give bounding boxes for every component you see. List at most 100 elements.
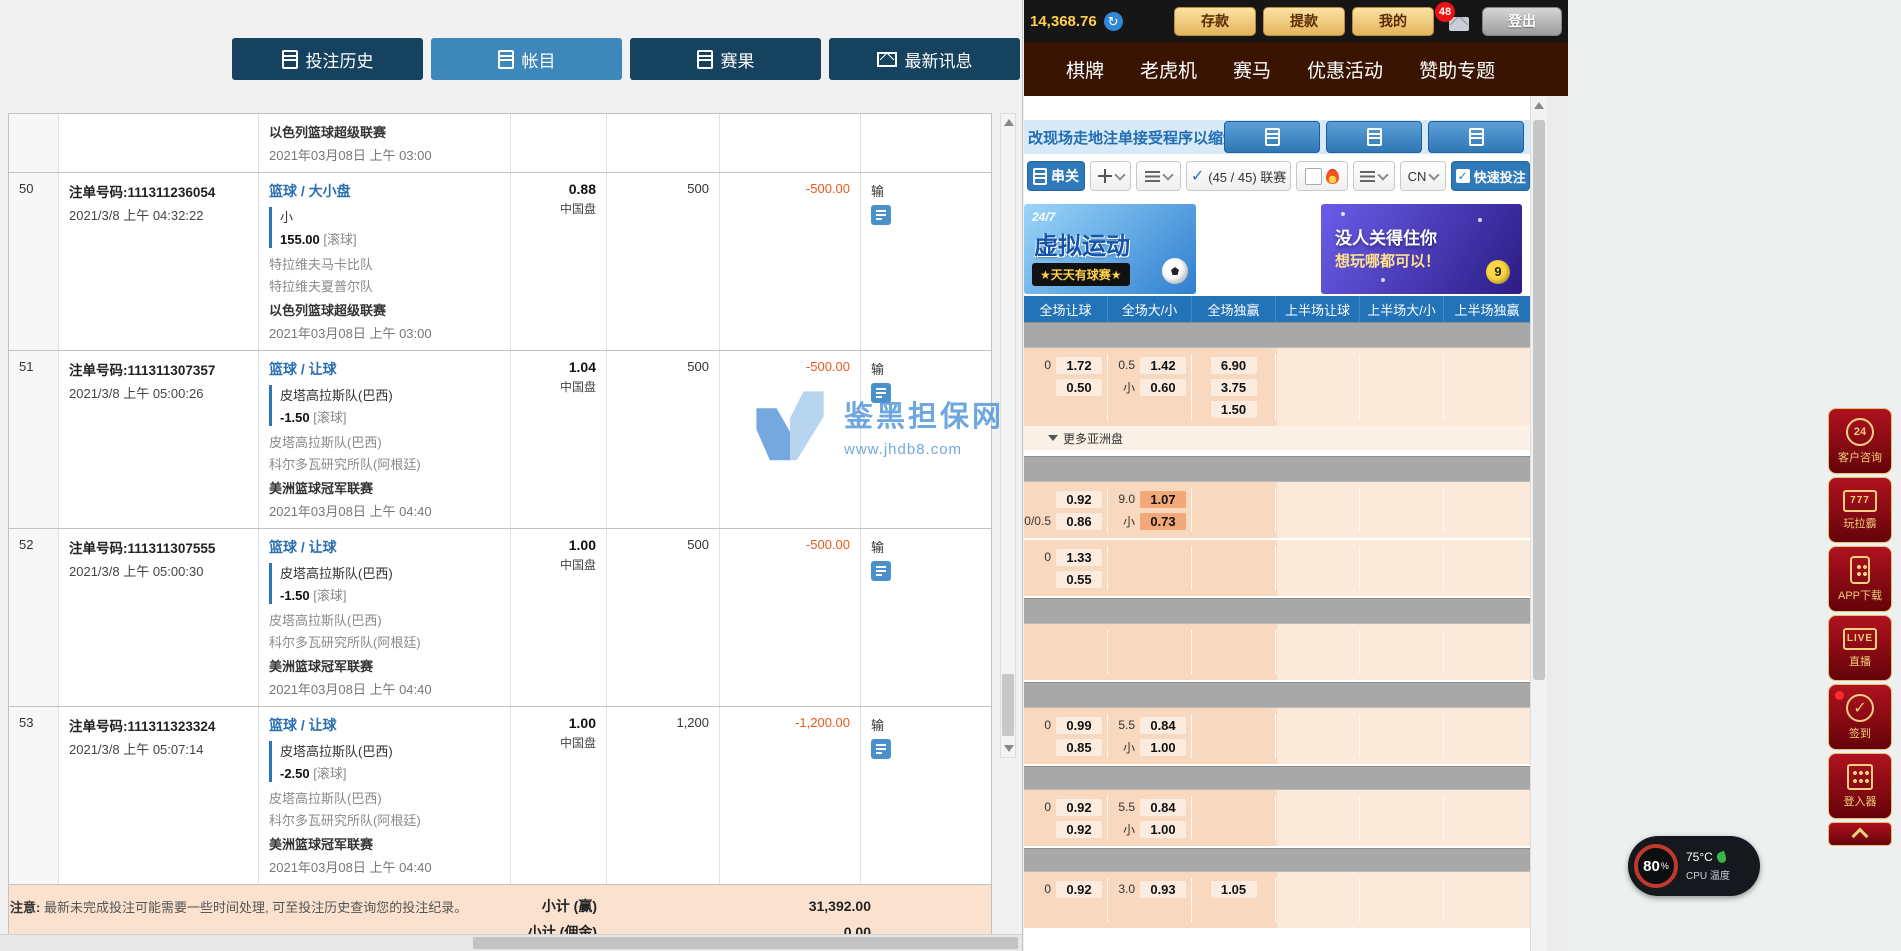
quick-bet-checkbox[interactable]: ✓ <box>1456 169 1470 183</box>
odds-button[interactable]: 0.55 <box>1056 571 1102 588</box>
odds-button[interactable]: 0.92 <box>1056 799 1102 816</box>
nav-item-horse-racing[interactable]: 赛马 <box>1233 56 1271 83</box>
slots-button[interactable]: 777 玩拉霸 <box>1828 477 1892 543</box>
footnote-text: 最新未完成投注可能需要一些时间处理, 可至投注历史查询您的投注纪录。 <box>44 900 467 915</box>
col-half-overunder[interactable]: 上半场大/小 <box>1360 296 1444 322</box>
league-band[interactable] <box>1024 456 1530 482</box>
market-link[interactable]: 篮球 / 大小盘 <box>269 181 500 201</box>
league-name: 美洲篮球冠军联赛 <box>269 656 500 675</box>
market-link[interactable]: 篮球 / 让球 <box>269 715 500 735</box>
league-filter-button[interactable]: ✓ (45 / 45) 联赛 <box>1186 161 1291 191</box>
logout-button[interactable]: 登出 <box>1482 7 1562 36</box>
odds-button[interactable]: 1.00 <box>1140 739 1186 756</box>
odds-button[interactable]: 1.05 <box>1211 881 1257 898</box>
odds-button[interactable]: 1.42 <box>1140 357 1186 374</box>
tab-latest-news[interactable]: 最新讯息 <box>829 38 1020 80</box>
app-download-button[interactable]: APP下载 <box>1828 546 1892 612</box>
scroll-up-arrow[interactable] <box>1534 102 1544 109</box>
league-band[interactable] <box>1024 598 1530 624</box>
col-full-handicap[interactable]: 全场让球 <box>1024 296 1108 322</box>
market-link[interactable]: 篮球 / 让球 <box>269 537 500 557</box>
bet-note-icon[interactable] <box>871 561 891 581</box>
odds-button[interactable]: 0.92 <box>1056 491 1102 508</box>
odds-button[interactable]: 3.75 <box>1211 379 1257 396</box>
scrollbar-thumb[interactable] <box>1533 120 1545 680</box>
betslip-button[interactable] <box>1224 121 1320 153</box>
team-away: 科尔多瓦研究所队(阿根廷) <box>269 632 500 651</box>
statement-button[interactable] <box>1326 121 1422 153</box>
my-account-button[interactable]: 我的 <box>1352 7 1434 36</box>
odds-button[interactable]: 0.86 <box>1056 513 1102 530</box>
scrollbar-thumb[interactable] <box>1002 674 1014 736</box>
sort-dropdown[interactable] <box>1136 161 1181 191</box>
col-half-moneyline[interactable]: 上半场独赢 <box>1444 296 1530 322</box>
deposit-button[interactable]: 存款 <box>1174 7 1256 36</box>
more-asian-lines-link[interactable]: 更多亚洲盘 <box>1024 426 1530 450</box>
nav-item-sponsorship[interactable]: 赞助专题 <box>1419 56 1495 83</box>
bet-note-icon[interactable] <box>871 205 891 225</box>
tab-results[interactable]: 赛果 <box>630 38 821 80</box>
virtual-sports-banner[interactable]: 24/7 虚拟运动 ★天天有球赛★ <box>1024 204 1196 294</box>
messages-button[interactable]: 48 <box>1443 11 1469 31</box>
odds-button[interactable]: 0.85 <box>1056 739 1102 756</box>
odds-button[interactable]: 0.99 <box>1056 717 1102 734</box>
odds-button-highlighted[interactable]: 0.73 <box>1140 513 1186 530</box>
handicap-line: 0 <box>1044 358 1051 372</box>
league-band[interactable] <box>1024 848 1530 872</box>
nav-item-board-games[interactable]: 棋牌 <box>1066 56 1104 83</box>
history-vertical-scrollbar[interactable] <box>1000 113 1016 758</box>
odds-button[interactable]: 1.50 <box>1211 401 1257 418</box>
check-in-button[interactable]: ✓ 签到 <box>1828 684 1892 750</box>
odds-button[interactable]: 6.90 <box>1211 357 1257 374</box>
live-screen-icon: LIVE <box>1843 628 1877 650</box>
tab-bet-history[interactable]: 投注历史 <box>232 38 423 80</box>
odds-button[interactable]: 1.33 <box>1056 549 1102 566</box>
hot-checkbox[interactable] <box>1305 168 1322 185</box>
language-dropdown[interactable]: CN <box>1400 161 1447 191</box>
bet-note-icon[interactable] <box>871 383 891 403</box>
collapse-sidebar-button[interactable] <box>1828 822 1892 846</box>
odds-button[interactable]: 0.92 <box>1056 881 1102 898</box>
live-stream-button[interactable]: LIVE 直播 <box>1828 615 1892 681</box>
login-device-button[interactable]: 登入器 <box>1828 753 1892 819</box>
bet-number: 注单号码:111311323324 <box>69 715 248 735</box>
quick-bet-toggle[interactable]: ✓ 快速投注 <box>1451 161 1530 191</box>
play-anywhere-banner[interactable]: 没人关得住你 想玩哪都可以！ 9 <box>1321 204 1522 294</box>
market-link[interactable]: 篮球 / 让球 <box>269 359 500 379</box>
scroll-up-arrow[interactable] <box>1004 119 1014 126</box>
customer-service-button[interactable]: 24 客户咨询 <box>1828 408 1892 474</box>
odds-button[interactable]: 0.50 <box>1056 379 1102 396</box>
tab-accounts[interactable]: 帐目 <box>431 38 622 80</box>
add-market-dropdown[interactable] <box>1090 161 1131 191</box>
history-horizontal-scrollbar[interactable] <box>0 934 1022 951</box>
refresh-balance-icon[interactable]: ↻ <box>1104 12 1123 31</box>
odds-button[interactable]: 0.84 <box>1140 799 1186 816</box>
selection-block: 皮塔高拉斯队(巴西) -2.50 [滚球] <box>269 741 500 782</box>
odds-button[interactable]: 0.60 <box>1140 379 1186 396</box>
results-doc-button[interactable] <box>1428 121 1524 153</box>
odds-button[interactable]: 0.84 <box>1140 717 1186 734</box>
nav-item-promotions[interactable]: 优惠活动 <box>1307 56 1383 83</box>
bet-note-icon[interactable] <box>871 739 891 759</box>
col-half-handicap[interactable]: 上半场让球 <box>1276 296 1360 322</box>
nav-item-slots[interactable]: 老虎机 <box>1140 56 1197 83</box>
odds-button[interactable]: 0.93 <box>1140 881 1186 898</box>
col-full-overunder[interactable]: 全场大/小 <box>1108 296 1192 322</box>
view-mode-dropdown[interactable] <box>1353 161 1394 191</box>
league-band[interactable] <box>1024 322 1530 348</box>
withdraw-button[interactable]: 提款 <box>1263 7 1345 36</box>
odds-button[interactable]: 1.72 <box>1056 357 1102 374</box>
odds-button[interactable]: 0.92 <box>1056 821 1102 838</box>
parlay-button[interactable]: 串关 <box>1027 161 1085 191</box>
odds-button-highlighted[interactable]: 1.07 <box>1140 491 1186 508</box>
language-code: CN <box>1408 169 1427 184</box>
scrollbar-thumb[interactable] <box>473 937 1018 949</box>
league-band[interactable] <box>1024 766 1530 790</box>
bet-number: 注单号码:111311307555 <box>69 537 248 557</box>
hot-matches-toggle[interactable] <box>1296 161 1348 191</box>
odds-vertical-scrollbar[interactable] <box>1530 96 1547 951</box>
odds-button[interactable]: 1.00 <box>1140 821 1186 838</box>
league-band[interactable] <box>1024 682 1530 708</box>
scroll-down-arrow[interactable] <box>1004 745 1014 752</box>
col-full-moneyline[interactable]: 全场独赢 <box>1192 296 1276 322</box>
